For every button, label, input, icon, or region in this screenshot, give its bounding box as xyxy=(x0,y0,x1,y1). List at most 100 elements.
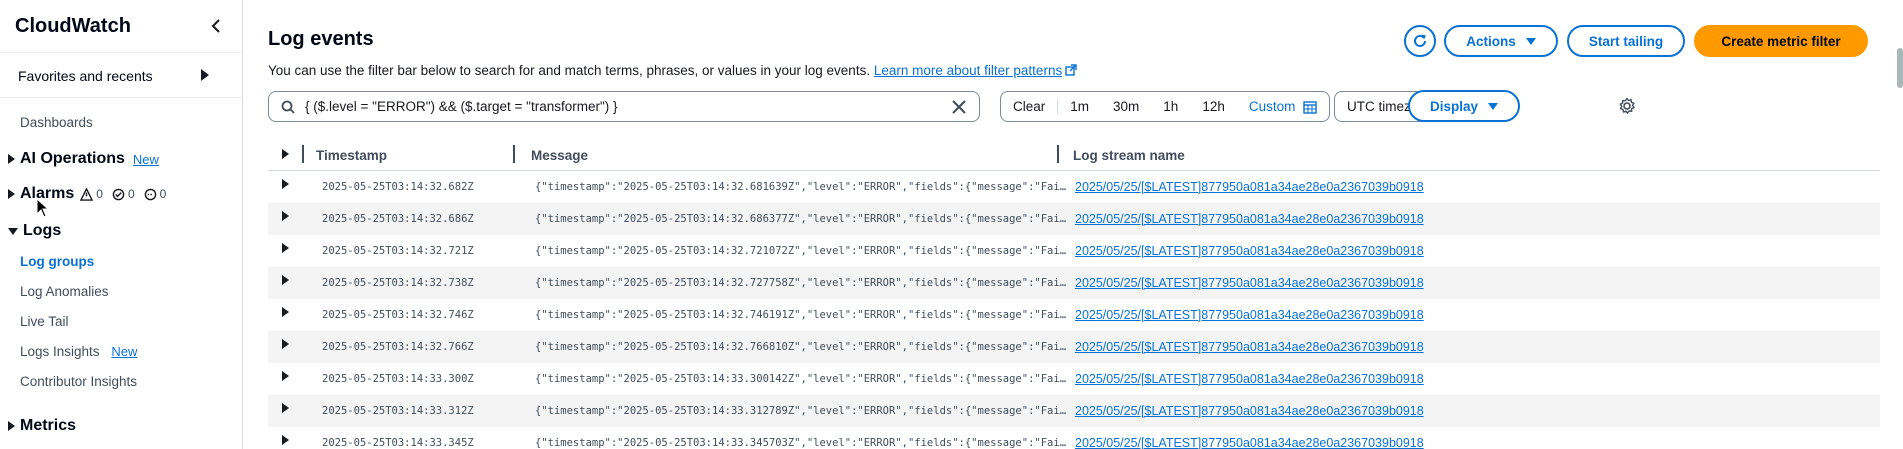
sidebar-title: CloudWatch xyxy=(15,15,131,37)
expand-row-icon[interactable] xyxy=(282,275,289,285)
table-body: 2025-05-25T03:14:32.682Z {"timestamp":"20… xyxy=(268,171,1880,449)
ellipsis-circle-icon xyxy=(144,188,156,200)
row-log-stream-link[interactable]: 2025/05/25/[$LATEST]877950a081a34ae28e0a… xyxy=(1075,276,1424,290)
column-resizer[interactable] xyxy=(1057,145,1059,163)
expand-all-icon[interactable] xyxy=(282,149,289,159)
section-label: Logs xyxy=(23,222,62,239)
expand-row-icon[interactable] xyxy=(282,243,289,253)
row-message: {"timestamp":"2025-05-25T03:14:32.746191… xyxy=(535,309,1070,321)
create-metric-filter-button[interactable]: Create metric filter xyxy=(1694,25,1868,57)
new-badge[interactable]: New xyxy=(133,152,159,167)
page-description: You can use the filter bar below to sear… xyxy=(268,63,1077,78)
range-1h[interactable]: 1h xyxy=(1151,99,1190,114)
row-log-stream-link[interactable]: 2025/05/25/[$LATEST]877950a081a34ae28e0a… xyxy=(1075,180,1424,194)
column-resizer[interactable] xyxy=(513,145,515,163)
row-message: {"timestamp":"2025-05-25T03:14:32.766810… xyxy=(535,341,1070,353)
filter-input[interactable] xyxy=(305,99,951,114)
sidebar-section-logs[interactable]: Logs xyxy=(8,222,61,240)
expand-row-icon[interactable] xyxy=(282,339,289,349)
sidebar-item-dashboards[interactable]: Dashboards xyxy=(20,115,93,130)
table-row[interactable]: 2025-05-25T03:14:33.345Z {"timestamp":"20… xyxy=(268,427,1880,449)
actions-label: Actions xyxy=(1466,33,1516,49)
row-timestamp: 2025-05-25T03:14:33.300Z xyxy=(322,373,474,385)
row-log-stream-link[interactable]: 2025/05/25/[$LATEST]877950a081a34ae28e0a… xyxy=(1075,212,1424,226)
new-badge[interactable]: New xyxy=(111,344,137,359)
sidebar-item-live-tail[interactable]: Live Tail xyxy=(20,314,69,329)
table-row[interactable]: 2025-05-25T03:14:32.721Z {"timestamp":"20… xyxy=(268,235,1880,267)
check-circle-icon xyxy=(112,188,125,200)
row-log-stream-link[interactable]: 2025/05/25/[$LATEST]877950a081a34ae28e0a… xyxy=(1075,308,1424,322)
range-12h[interactable]: 12h xyxy=(1190,99,1237,114)
caret-right-icon xyxy=(8,421,15,431)
row-log-stream-link[interactable]: 2025/05/25/[$LATEST]877950a081a34ae28e0a… xyxy=(1075,244,1424,258)
caret-down-icon xyxy=(1488,102,1499,110)
alarm-count: 0 xyxy=(96,187,103,201)
row-log-stream-link[interactable]: 2025/05/25/[$LATEST]877950a081a34ae28e0a… xyxy=(1075,404,1424,418)
table-row[interactable]: 2025-05-25T03:14:33.300Z {"timestamp":"20… xyxy=(268,363,1880,395)
sidebar-section-metrics[interactable]: Metrics xyxy=(8,417,76,435)
sidebar-section-ai-operations[interactable]: AI Operations New xyxy=(8,150,159,168)
row-log-stream-link[interactable]: 2025/05/25/[$LATEST]877950a081a34ae28e0a… xyxy=(1075,436,1424,449)
table-row[interactable]: 2025-05-25T03:14:32.746Z {"timestamp":"20… xyxy=(268,299,1880,331)
row-timestamp: 2025-05-25T03:14:32.721Z xyxy=(322,245,474,257)
row-log-stream-link[interactable]: 2025/05/25/[$LATEST]877950a081a34ae28e0a… xyxy=(1075,340,1424,354)
display-button[interactable]: Display xyxy=(1408,90,1520,122)
sidebar-section-alarms[interactable]: Alarms 0 0 0 xyxy=(8,185,172,203)
divider xyxy=(0,97,243,98)
column-resizer[interactable] xyxy=(302,145,304,163)
start-tailing-button[interactable]: Start tailing xyxy=(1567,25,1685,57)
actions-button[interactable]: Actions xyxy=(1444,25,1558,57)
expand-row-icon[interactable] xyxy=(282,307,289,317)
calendar-icon xyxy=(1303,100,1318,114)
table-row[interactable]: 2025-05-25T03:14:32.686Z {"timestamp":"20… xyxy=(268,203,1880,235)
insufficient-count: 0 xyxy=(159,187,167,201)
column-header-log-stream[interactable]: Log stream name xyxy=(1073,148,1185,163)
sidebar-item-log-groups[interactable]: Log groups xyxy=(20,254,94,269)
range-custom[interactable]: Custom xyxy=(1237,99,1330,114)
table-row[interactable]: 2025-05-25T03:14:32.682Z {"timestamp":"20… xyxy=(268,171,1880,203)
caret-down-icon xyxy=(8,227,18,235)
row-message: {"timestamp":"2025-05-25T03:14:33.300142… xyxy=(535,373,1070,385)
row-message: {"timestamp":"2025-05-25T03:14:32.686377… xyxy=(535,213,1070,225)
row-timestamp: 2025-05-25T03:14:33.345Z xyxy=(322,437,474,449)
expand-row-icon[interactable] xyxy=(282,435,289,445)
gear-icon[interactable] xyxy=(1618,97,1636,115)
range-1m[interactable]: 1m xyxy=(1057,99,1101,114)
filter-bar[interactable] xyxy=(268,91,980,122)
expand-row-icon[interactable] xyxy=(282,211,289,221)
sidebar-item-contributor-insights[interactable]: Contributor Insights xyxy=(20,374,137,389)
ok-count: 0 xyxy=(127,187,135,201)
table-row[interactable]: 2025-05-25T03:14:32.766Z {"timestamp":"20… xyxy=(268,331,1880,363)
clear-range-button[interactable]: Clear xyxy=(1001,99,1057,114)
warning-icon xyxy=(80,187,94,201)
row-message: {"timestamp":"2025-05-25T03:14:32.727758… xyxy=(535,277,1070,289)
mouse-cursor-icon xyxy=(36,198,50,218)
section-label: AI Operations xyxy=(20,150,125,167)
search-icon xyxy=(281,100,295,114)
table-row[interactable]: 2025-05-25T03:14:32.738Z {"timestamp":"20… xyxy=(268,267,1880,299)
table-row[interactable]: 2025-05-25T03:14:33.312Z {"timestamp":"20… xyxy=(268,395,1880,427)
scrollbar[interactable] xyxy=(1897,48,1903,88)
column-header-message[interactable]: Message xyxy=(531,148,588,163)
clear-icon[interactable] xyxy=(951,99,967,115)
expand-row-icon[interactable] xyxy=(282,179,289,189)
learn-more-label: Learn more about filter patterns xyxy=(873,63,1063,78)
row-log-stream-link[interactable]: 2025/05/25/[$LATEST]877950a081a34ae28e0a… xyxy=(1075,372,1424,386)
favorites-and-recents[interactable]: Favorites and recents xyxy=(18,68,153,84)
row-timestamp: 2025-05-25T03:14:32.686Z xyxy=(322,213,474,225)
refresh-button[interactable] xyxy=(1404,25,1436,57)
row-timestamp: 2025-05-25T03:14:32.682Z xyxy=(322,181,474,193)
caret-right-icon[interactable] xyxy=(200,69,210,81)
sidebar-item-logs-insights[interactable]: Logs Insights New xyxy=(20,344,137,359)
sidebar-item-log-anomalies[interactable]: Log Anomalies xyxy=(20,284,109,299)
expand-row-icon[interactable] xyxy=(282,371,289,381)
row-timestamp: 2025-05-25T03:14:32.766Z xyxy=(322,341,474,353)
column-header-timestamp[interactable]: Timestamp xyxy=(316,148,387,163)
row-message: {"timestamp":"2025-05-25T03:14:33.345703… xyxy=(535,437,1070,449)
learn-more-link[interactable]: Learn more about filter patterns xyxy=(874,63,1077,78)
caret-down-icon xyxy=(1525,37,1536,45)
collapse-sidebar-icon[interactable] xyxy=(206,16,226,36)
range-30m[interactable]: 30m xyxy=(1101,99,1151,114)
alarm-counts: 0 0 0 xyxy=(80,187,172,201)
expand-row-icon[interactable] xyxy=(282,403,289,413)
